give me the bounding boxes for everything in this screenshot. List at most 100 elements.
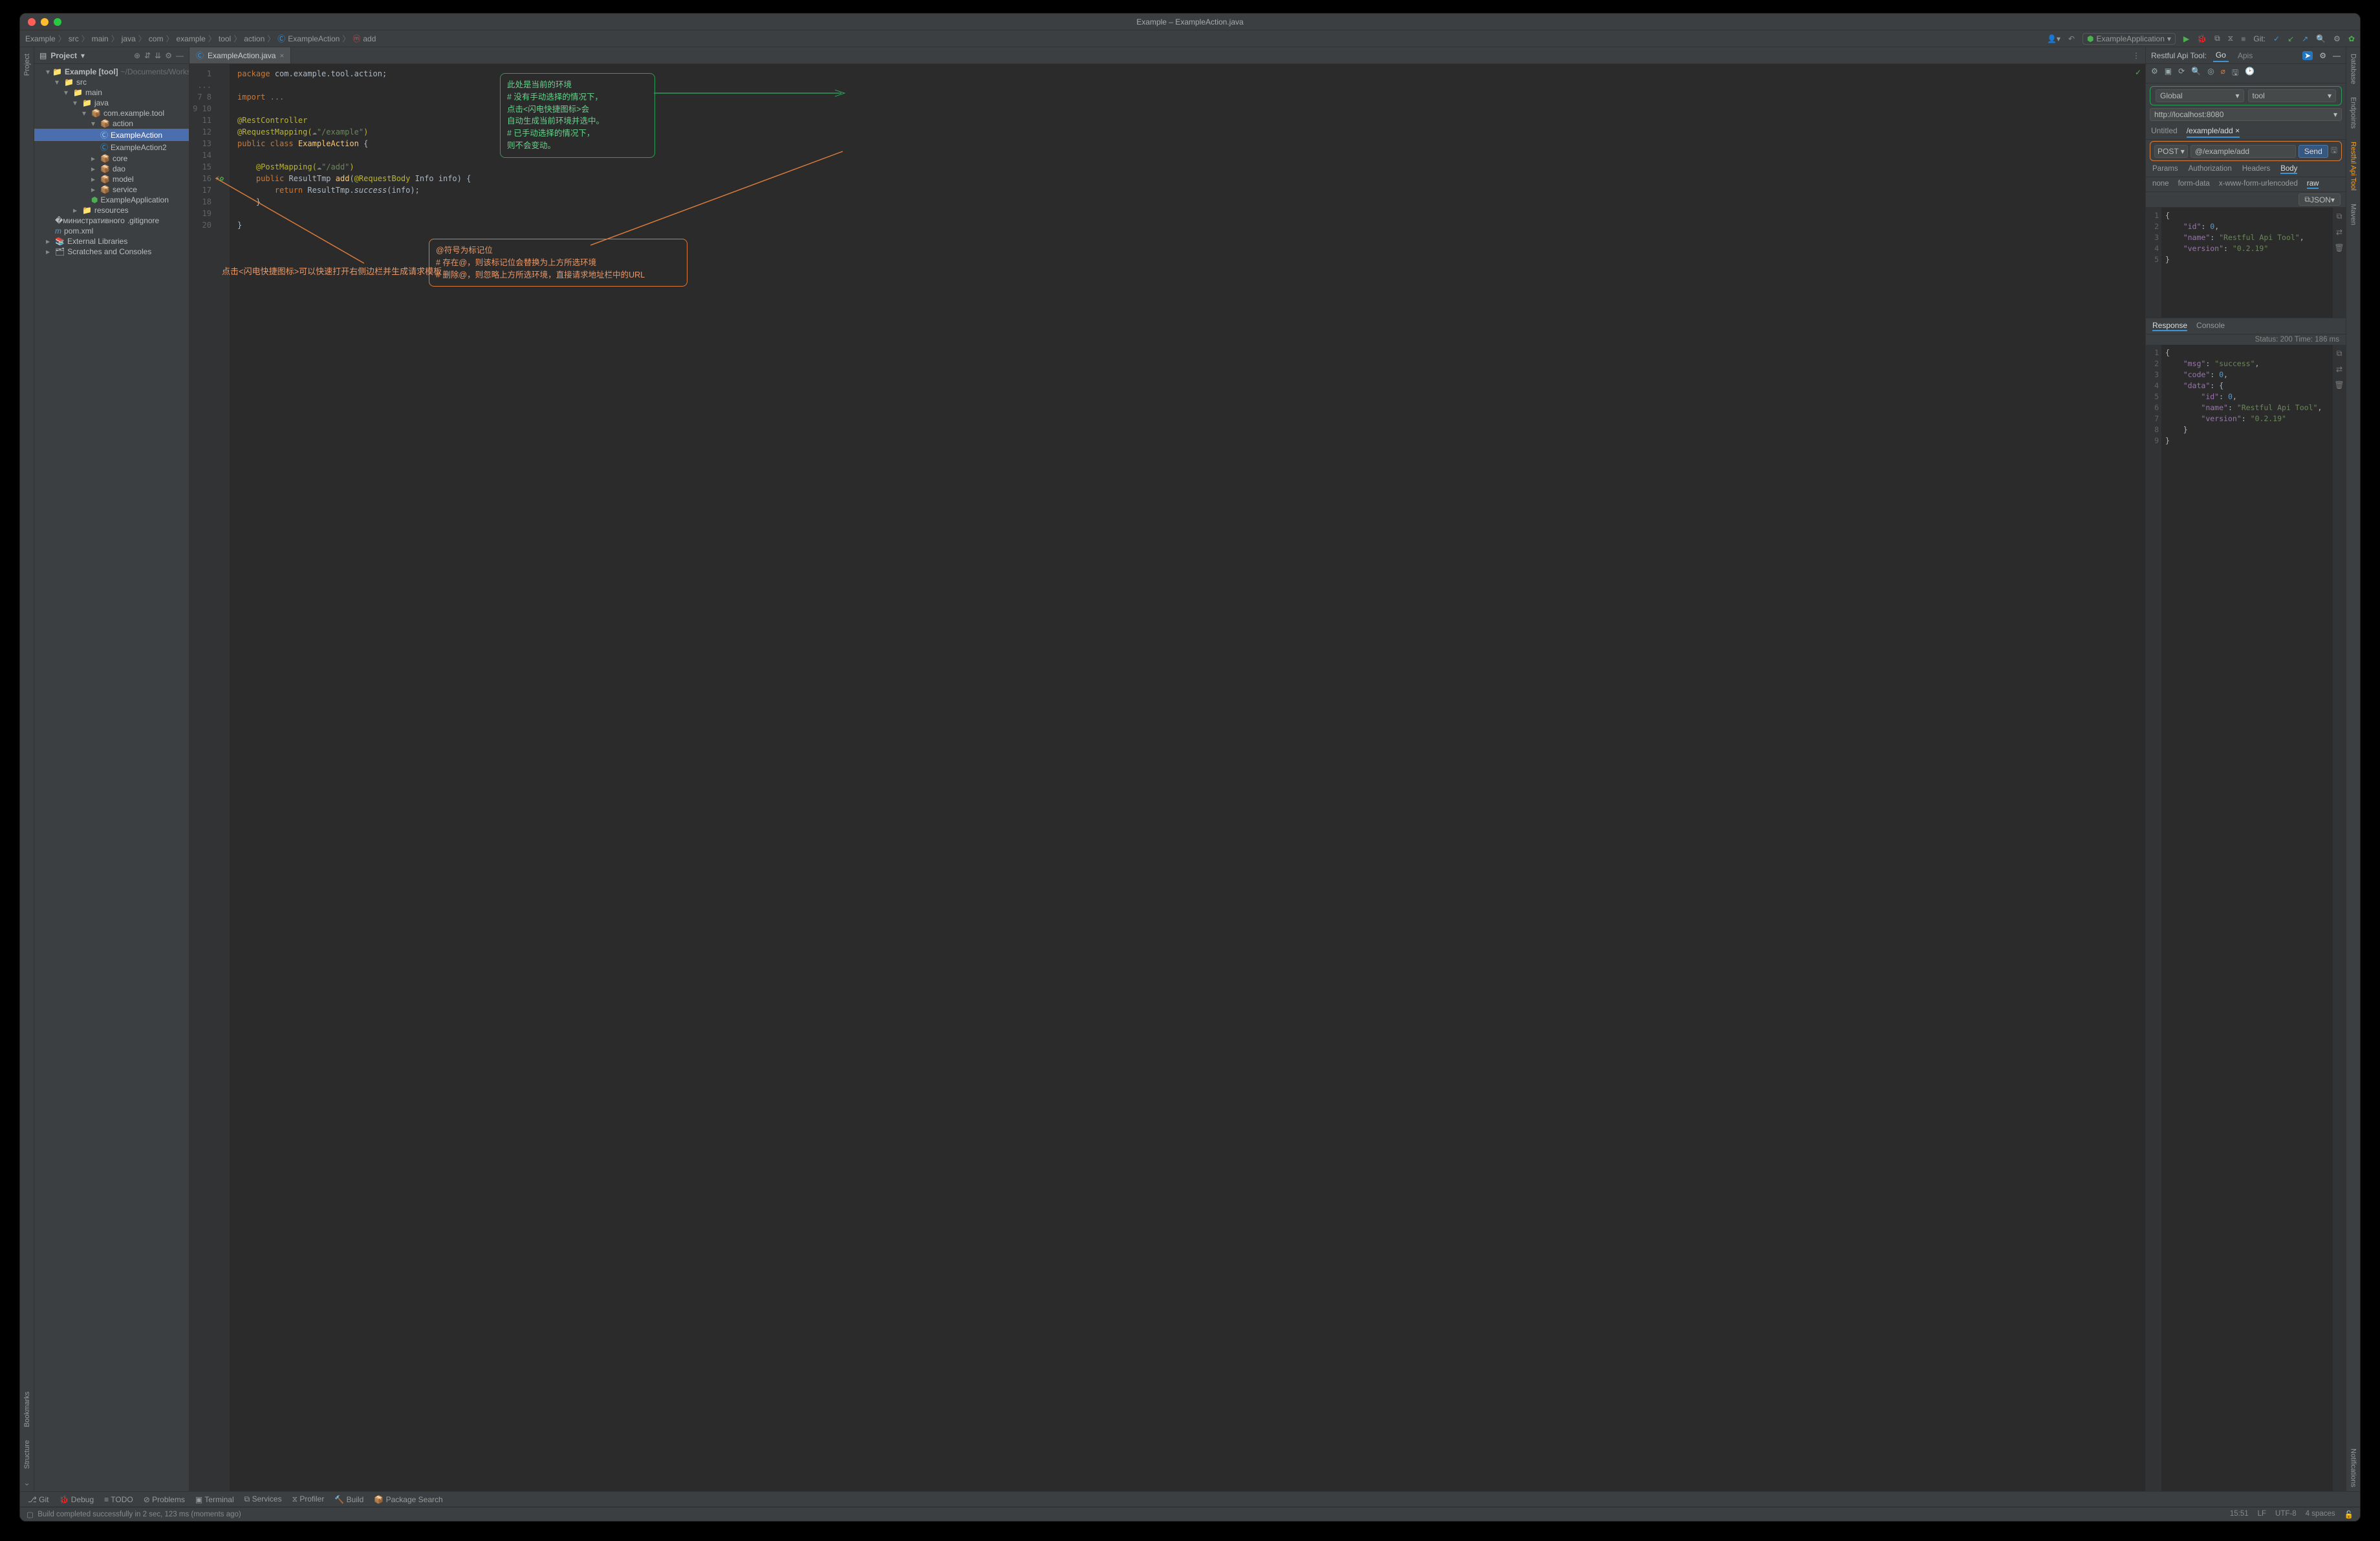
- tree-package[interactable]: ▾📦 com.example.tool: [34, 108, 189, 118]
- run-config-selector[interactable]: ⬢ ExampleApplication ▾: [2082, 33, 2176, 45]
- format-icon[interactable]: ⇄: [2336, 228, 2342, 237]
- project-tool-button[interactable]: Project: [23, 50, 31, 80]
- tab-headers[interactable]: Headers: [2242, 165, 2270, 174]
- git-commit-icon[interactable]: ↙: [2288, 34, 2294, 43]
- indent[interactable]: 4 spaces: [2306, 1510, 2335, 1519]
- more-icon[interactable]: ⋮: [2127, 51, 2145, 60]
- inspection-ok-icon[interactable]: ✓: [2135, 68, 2141, 77]
- endpoints-tool-button[interactable]: Endpoints: [2350, 93, 2357, 133]
- problems-tool[interactable]: ⊘ Problems: [144, 1495, 185, 1504]
- hide-icon[interactable]: —: [176, 51, 184, 60]
- tree-action[interactable]: ▾📦 action: [34, 118, 189, 129]
- crumb[interactable]: example: [176, 34, 205, 43]
- tab-params[interactable]: Params: [2152, 165, 2178, 174]
- tree-java[interactable]: ▾📁 java: [34, 98, 189, 108]
- run-button[interactable]: ▶: [2183, 34, 2189, 43]
- copy-icon[interactable]: ⧉: [2337, 212, 2342, 221]
- rest-tab-apis[interactable]: Apis: [2235, 50, 2255, 61]
- crumb[interactable]: add: [363, 34, 376, 43]
- copy-icon[interactable]: ⧉: [2337, 349, 2342, 358]
- tree-example-action2[interactable]: Ⓒ ExampleAction2: [34, 141, 189, 153]
- run-with-coverage-icon[interactable]: ⧉: [2214, 34, 2220, 43]
- collapse-all-icon[interactable]: ⇊: [155, 51, 161, 60]
- refresh-icon[interactable]: ⟳: [2178, 67, 2185, 80]
- profiler-tool[interactable]: ⧖ Profiler: [292, 1494, 325, 1504]
- send-button[interactable]: Send: [2299, 145, 2328, 158]
- database-tool-button[interactable]: Database: [2350, 50, 2357, 88]
- gutter-icons[interactable]: ⚡✿: [215, 64, 230, 1491]
- git-tool[interactable]: ⎇ Git: [28, 1495, 49, 1504]
- trash-icon[interactable]: 🗑: [2334, 243, 2344, 252]
- crumb[interactable]: src: [69, 34, 79, 43]
- hide-icon[interactable]: —: [2333, 51, 2341, 60]
- crumb[interactable]: com: [149, 34, 164, 43]
- tree-gitignore[interactable]: �министративного .gitignore: [34, 215, 189, 226]
- body-none[interactable]: none: [2152, 180, 2169, 189]
- close-icon[interactable]: ×: [2235, 126, 2240, 135]
- maven-tool-button[interactable]: Maven: [2350, 200, 2357, 229]
- line-sep[interactable]: LF: [2258, 1510, 2266, 1519]
- crumb[interactable]: ExampleAction: [288, 34, 340, 43]
- restful-plugin-icon[interactable]: ✿: [2348, 34, 2355, 43]
- crumb[interactable]: action: [244, 34, 265, 43]
- tab-body[interactable]: Body: [2280, 165, 2297, 174]
- settings-icon[interactable]: ⚙: [2319, 51, 2326, 60]
- tab-console[interactable]: Console: [2196, 321, 2225, 331]
- status-icon[interactable]: ▢: [27, 1510, 34, 1519]
- profiler-icon[interactable]: ⧖: [2228, 34, 2233, 43]
- project-view-icon[interactable]: ▤: [39, 51, 47, 60]
- body-xwww[interactable]: x-www-form-urlencoded: [2219, 180, 2298, 189]
- history-icon[interactable]: 🕑: [2245, 67, 2255, 80]
- gear-icon[interactable]: ⚙: [2151, 67, 2158, 80]
- tree-model[interactable]: ▸📦 model: [34, 174, 189, 184]
- env-global-select[interactable]: Global▾: [2156, 89, 2244, 102]
- bookmarks-tool-button[interactable]: Bookmarks: [23, 1388, 31, 1431]
- tree-project-root[interactable]: ▾📁 Example [tool] ~/Documents/Workspace/…: [34, 67, 189, 77]
- settings-icon[interactable]: ⚙: [2333, 34, 2341, 43]
- git-push-icon[interactable]: ↗: [2302, 34, 2308, 43]
- settings-icon[interactable]: ⚙: [165, 51, 172, 60]
- restful-tool-button[interactable]: Restful Api Tool: [2350, 138, 2357, 195]
- search-icon[interactable]: 🔍: [2191, 67, 2201, 80]
- tree-scratch[interactable]: ▸🗂 Scratches and Consoles: [34, 246, 189, 257]
- format-icon[interactable]: ⇄: [2336, 365, 2342, 374]
- tree-main[interactable]: ▾📁 main: [34, 87, 189, 98]
- select-opened-icon[interactable]: ⊕: [134, 51, 140, 60]
- tree-app[interactable]: ⬢ ExampleApplication: [34, 195, 189, 205]
- target-icon[interactable]: ◎: [2207, 67, 2214, 80]
- tree-external[interactable]: ▸📚 External Libraries: [34, 236, 189, 246]
- chevron-down-icon[interactable]: ▾: [81, 51, 85, 60]
- tree-example-action[interactable]: Ⓒ ExampleAction: [34, 129, 189, 141]
- editor-body[interactable]: 1 ... 7 8 9 10 11 12 13 14 15 16 17 18 1…: [189, 64, 2145, 1491]
- lightning-icon[interactable]: ⚡: [215, 174, 220, 182]
- tree-dao[interactable]: ▸📦 dao: [34, 164, 189, 174]
- env-tool-select[interactable]: tool▾: [2248, 89, 2337, 102]
- telegram-icon[interactable]: ➤: [2302, 51, 2313, 60]
- req-tab-path[interactable]: /example/add ×: [2187, 125, 2240, 138]
- body-form[interactable]: form-data: [2178, 180, 2210, 189]
- expand-all-icon[interactable]: ⇵: [144, 51, 151, 60]
- debug-button[interactable]: 🐞: [2197, 34, 2207, 43]
- url-input[interactable]: @/example/add: [2191, 145, 2296, 158]
- tab-auth[interactable]: Authorization: [2189, 165, 2232, 174]
- code-area[interactable]: package package com.example.tool.action;…: [230, 64, 2145, 1491]
- rest-tab-go[interactable]: Go: [2213, 49, 2229, 62]
- readonly-icon[interactable]: 🔓: [2344, 1510, 2353, 1519]
- body-raw[interactable]: raw: [2307, 180, 2319, 189]
- tab-response[interactable]: Response: [2152, 321, 2187, 331]
- encoding[interactable]: UTF-8: [2275, 1510, 2297, 1519]
- collapse-icon[interactable]: ⌄: [23, 1478, 30, 1487]
- crumb[interactable]: Example: [25, 34, 56, 43]
- search-icon[interactable]: 🔍: [2316, 34, 2326, 43]
- breadcrumbs[interactable]: Example〉 src〉 main〉 java〉 com〉 example〉 …: [25, 33, 2047, 44]
- env-url-select[interactable]: http://localhost:8080▾: [2150, 108, 2342, 121]
- http-method-select[interactable]: POST ▾: [2154, 145, 2188, 158]
- editor-tab[interactable]: Ⓒ ExampleAction.java ×: [189, 47, 291, 63]
- git-update-icon[interactable]: ✓: [2273, 34, 2280, 43]
- tree-service[interactable]: ▸📦 service: [34, 184, 189, 195]
- box-icon[interactable]: ▣: [2165, 67, 2172, 80]
- response-body[interactable]: { "msg": "success", "code": 0, "data": {…: [2161, 345, 2333, 1491]
- stop-button[interactable]: ■: [2241, 34, 2245, 43]
- trash-icon[interactable]: 🗑: [2334, 380, 2344, 389]
- package-search-tool[interactable]: 📦 Package Search: [374, 1495, 442, 1504]
